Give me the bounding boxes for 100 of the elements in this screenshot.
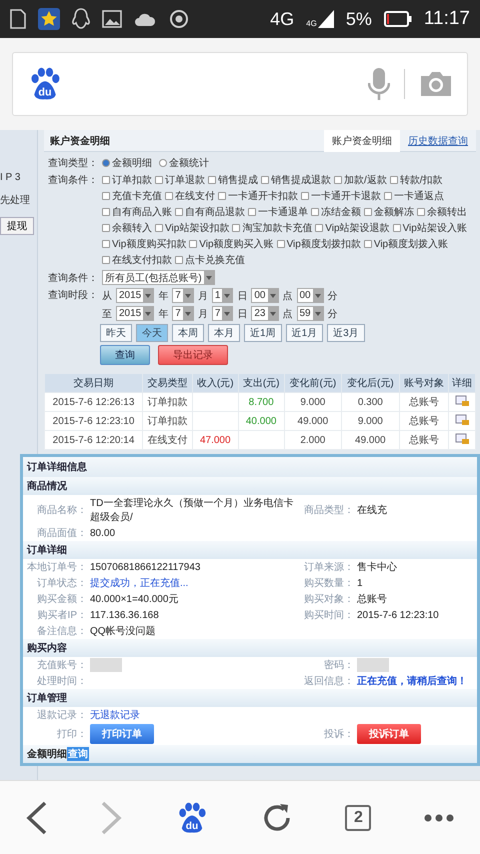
checkbox-option[interactable]: 转款/扣款: [390, 173, 443, 187]
checkbox-option[interactable]: 一卡通开卡扣款: [218, 189, 298, 203]
column-header: 变化前(元): [284, 374, 342, 392]
document-icon: [10, 9, 26, 29]
radio-option[interactable]: 金额明细: [102, 156, 152, 170]
tab[interactable]: 账户资金明细: [324, 130, 400, 152]
field-label: 本地订单号：: [26, 560, 87, 574]
field-label: 查询条件：: [48, 272, 98, 284]
field-value: 15070681866122117943: [90, 562, 202, 572]
range-button[interactable]: 本月: [208, 324, 240, 342]
unit-label: 点: [282, 290, 292, 302]
complaint-button[interactable]: 投诉订单: [357, 724, 421, 744]
range-button[interactable]: 近1月: [286, 324, 324, 342]
time-select[interactable]: 00: [251, 288, 278, 303]
search-button[interactable]: 查询: [100, 345, 150, 365]
checkbox-option[interactable]: Vip站架设扣款: [155, 221, 230, 235]
unit-label: 分: [328, 290, 338, 302]
checkbox-option[interactable]: Vip额度划拨扣款: [276, 237, 361, 251]
checkbox-option[interactable]: 余额转出: [417, 205, 467, 219]
field-value: 1: [357, 578, 364, 588]
field-value: 售卡中心: [357, 560, 398, 574]
section-title: 购买内容: [23, 639, 477, 657]
field-label: 退款记录：: [36, 708, 87, 722]
checkbox-option[interactable]: 金额解冻: [364, 205, 414, 219]
table-cell: 0.300: [342, 392, 400, 412]
checkbox-option[interactable]: 在线支付: [165, 189, 215, 203]
tab[interactable]: 历史数据查询: [400, 130, 476, 152]
checkbox-option[interactable]: Vip站架设入账: [392, 221, 467, 235]
status-link[interactable]: 无退款记录: [90, 708, 295, 722]
field-value: QQ帐号没问题: [90, 624, 157, 638]
range-button[interactable]: 近1周: [244, 324, 282, 342]
checkbox-option[interactable]: Vip额度购买扣款: [102, 237, 186, 251]
unit-label: 月: [198, 290, 208, 302]
table-cell: 2015-7-6 12:20:14: [44, 430, 143, 450]
time-select[interactable]: 59: [296, 306, 324, 321]
checkbox-option[interactable]: 一卡通返点: [384, 189, 444, 203]
status-link[interactable]: 提交成功，正在充值...: [90, 576, 295, 590]
detail-icon[interactable]: [455, 395, 470, 406]
signal-label: 4G: [306, 19, 317, 28]
checkbox-option[interactable]: 在线支付扣款: [102, 253, 172, 267]
table-cell: 9.000: [342, 412, 400, 430]
checkbox-option[interactable]: 自有商品入账: [102, 205, 172, 219]
unit-label: 年: [158, 308, 168, 320]
checkbox-option[interactable]: 销售提成退款: [261, 173, 331, 187]
table-cell: 2015-7-6 12:26:13: [44, 392, 143, 412]
radio-option[interactable]: 金额统计: [159, 156, 209, 170]
checkbox-option[interactable]: 余额转入: [102, 221, 152, 235]
checkbox-option[interactable]: 销售提成: [208, 173, 258, 187]
checkbox-option[interactable]: 加款/返款: [334, 173, 387, 187]
range-prefix: 从: [102, 290, 112, 302]
checkbox-option[interactable]: Vip额度购买入账: [189, 237, 274, 251]
detail-icon[interactable]: [455, 414, 470, 425]
checkbox-option[interactable]: 订单退款: [155, 173, 205, 187]
field-label: 商品名称：: [36, 504, 87, 517]
time-select[interactable]: 00: [296, 288, 324, 303]
checkbox-option[interactable]: 订单扣款: [102, 173, 152, 187]
panel-title: 账户资金明细: [49, 134, 111, 148]
checkbox-option[interactable]: 一卡通开卡退款: [301, 189, 381, 203]
staff-select[interactable]: 所有员工(包括总账号): [102, 270, 215, 285]
range-button[interactable]: 近3月: [327, 324, 365, 342]
checkbox-option[interactable]: 充值卡充值: [102, 189, 162, 203]
time-select[interactable]: 7: [172, 288, 194, 303]
checkbox-option[interactable]: 淘宝加款卡充值: [232, 221, 312, 235]
withdraw-button[interactable]: 提现: [0, 217, 34, 235]
detail-icon[interactable]: [455, 433, 470, 444]
field-label: 查询类型：: [48, 156, 98, 170]
tabs-button[interactable]: 2: [345, 804, 372, 830]
field-label: 返回信息：: [303, 674, 354, 688]
range-button[interactable]: 昨天: [100, 324, 132, 342]
field-label: 购买金额：: [36, 592, 87, 606]
checkbox-option[interactable]: 自有商品退款: [175, 205, 245, 219]
time-select[interactable]: 23: [251, 306, 278, 321]
time-select[interactable]: 1: [212, 288, 234, 303]
checkbox-option[interactable]: 点卡兑换充值: [175, 253, 245, 267]
table-cell: 49.000: [342, 430, 400, 450]
time-select[interactable]: 7: [212, 306, 234, 321]
sidebar-item[interactable]: 先处理: [0, 193, 37, 207]
unit-label: 月: [198, 308, 208, 320]
checkbox-option[interactable]: Vip额度划拨入账: [364, 237, 448, 251]
range-button[interactable]: 今天: [136, 324, 168, 342]
table-cell: 40.000: [238, 412, 284, 430]
checkbox-option[interactable]: 冻结金额: [311, 205, 361, 219]
checkbox-option[interactable]: 一卡通退单: [248, 205, 308, 219]
table-cell: 总账号: [399, 392, 449, 412]
time-select[interactable]: 2015: [116, 288, 154, 303]
time-select[interactable]: 7: [172, 306, 194, 321]
more-icon[interactable]: [424, 814, 454, 822]
section-title: 商品情况: [23, 477, 477, 495]
checkbox-option[interactable]: Vip站架设退款: [315, 221, 390, 235]
field-label: 处理时间：: [36, 674, 87, 688]
time-select[interactable]: 2015: [116, 306, 154, 321]
column-header: 账号对象: [399, 374, 449, 392]
back-icon[interactable]: [26, 800, 48, 834]
range-button[interactable]: 本周: [172, 324, 204, 342]
column-header: 交易类型: [142, 374, 192, 392]
sidebar-item[interactable]: I P 3: [0, 172, 37, 183]
table-cell: 总账号: [399, 412, 449, 430]
section-title: 订单详细: [23, 541, 477, 559]
export-button[interactable]: 导出记录: [158, 345, 228, 365]
field-value: TD一全套理论永久（预做一个月）业务电信卡超级会员/: [90, 496, 294, 524]
